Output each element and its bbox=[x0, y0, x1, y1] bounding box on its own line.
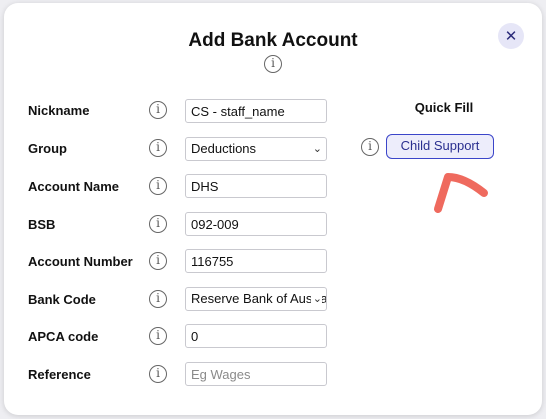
account-name-input[interactable] bbox=[185, 174, 327, 198]
info-icon[interactable]: i bbox=[149, 252, 167, 270]
add-bank-account-dialog: Add Bank Account i ✕ Nickname i Group i … bbox=[4, 3, 542, 415]
account-number-input[interactable] bbox=[185, 249, 327, 273]
info-icon[interactable]: i bbox=[149, 101, 167, 119]
chevron-down-icon: ⌄ bbox=[310, 288, 322, 310]
bsb-input[interactable] bbox=[185, 212, 327, 236]
bank-code-select[interactable]: Reserve Bank of Australia ⌄ bbox=[185, 287, 327, 311]
group-select-value: Deductions bbox=[191, 141, 257, 156]
bank-code-label: Bank Code bbox=[28, 292, 96, 307]
reference-input[interactable] bbox=[185, 362, 327, 386]
child-support-button[interactable]: Child Support bbox=[386, 134, 494, 159]
info-icon[interactable]: i bbox=[264, 55, 282, 73]
group-select[interactable]: Deductions ⌄ bbox=[185, 137, 327, 161]
info-icon[interactable]: i bbox=[149, 139, 167, 157]
group-label: Group bbox=[28, 141, 67, 156]
bank-code-select-value: Reserve Bank of Australia bbox=[191, 291, 327, 306]
dialog-title: Add Bank Account bbox=[188, 30, 358, 51]
info-icon[interactable]: i bbox=[361, 138, 379, 156]
info-icon[interactable]: i bbox=[149, 290, 167, 308]
chevron-down-icon: ⌄ bbox=[310, 138, 322, 160]
apca-code-input[interactable] bbox=[185, 324, 327, 348]
account-number-label: Account Number bbox=[28, 254, 133, 269]
nickname-input[interactable] bbox=[185, 99, 327, 123]
account-name-label: Account Name bbox=[28, 179, 120, 194]
info-icon[interactable]: i bbox=[149, 365, 167, 383]
nickname-label: Nickname bbox=[28, 103, 90, 118]
bsb-label: BSB bbox=[28, 217, 56, 232]
apca-code-label: APCA code bbox=[28, 329, 99, 344]
info-icon[interactable]: i bbox=[149, 327, 167, 345]
arrow-annotation-icon bbox=[434, 173, 488, 213]
close-button[interactable]: ✕ bbox=[498, 23, 524, 49]
reference-label: Reference bbox=[28, 367, 91, 382]
info-icon[interactable]: i bbox=[149, 215, 167, 233]
info-icon[interactable]: i bbox=[149, 177, 167, 195]
quick-fill-title: Quick Fill bbox=[414, 100, 474, 115]
